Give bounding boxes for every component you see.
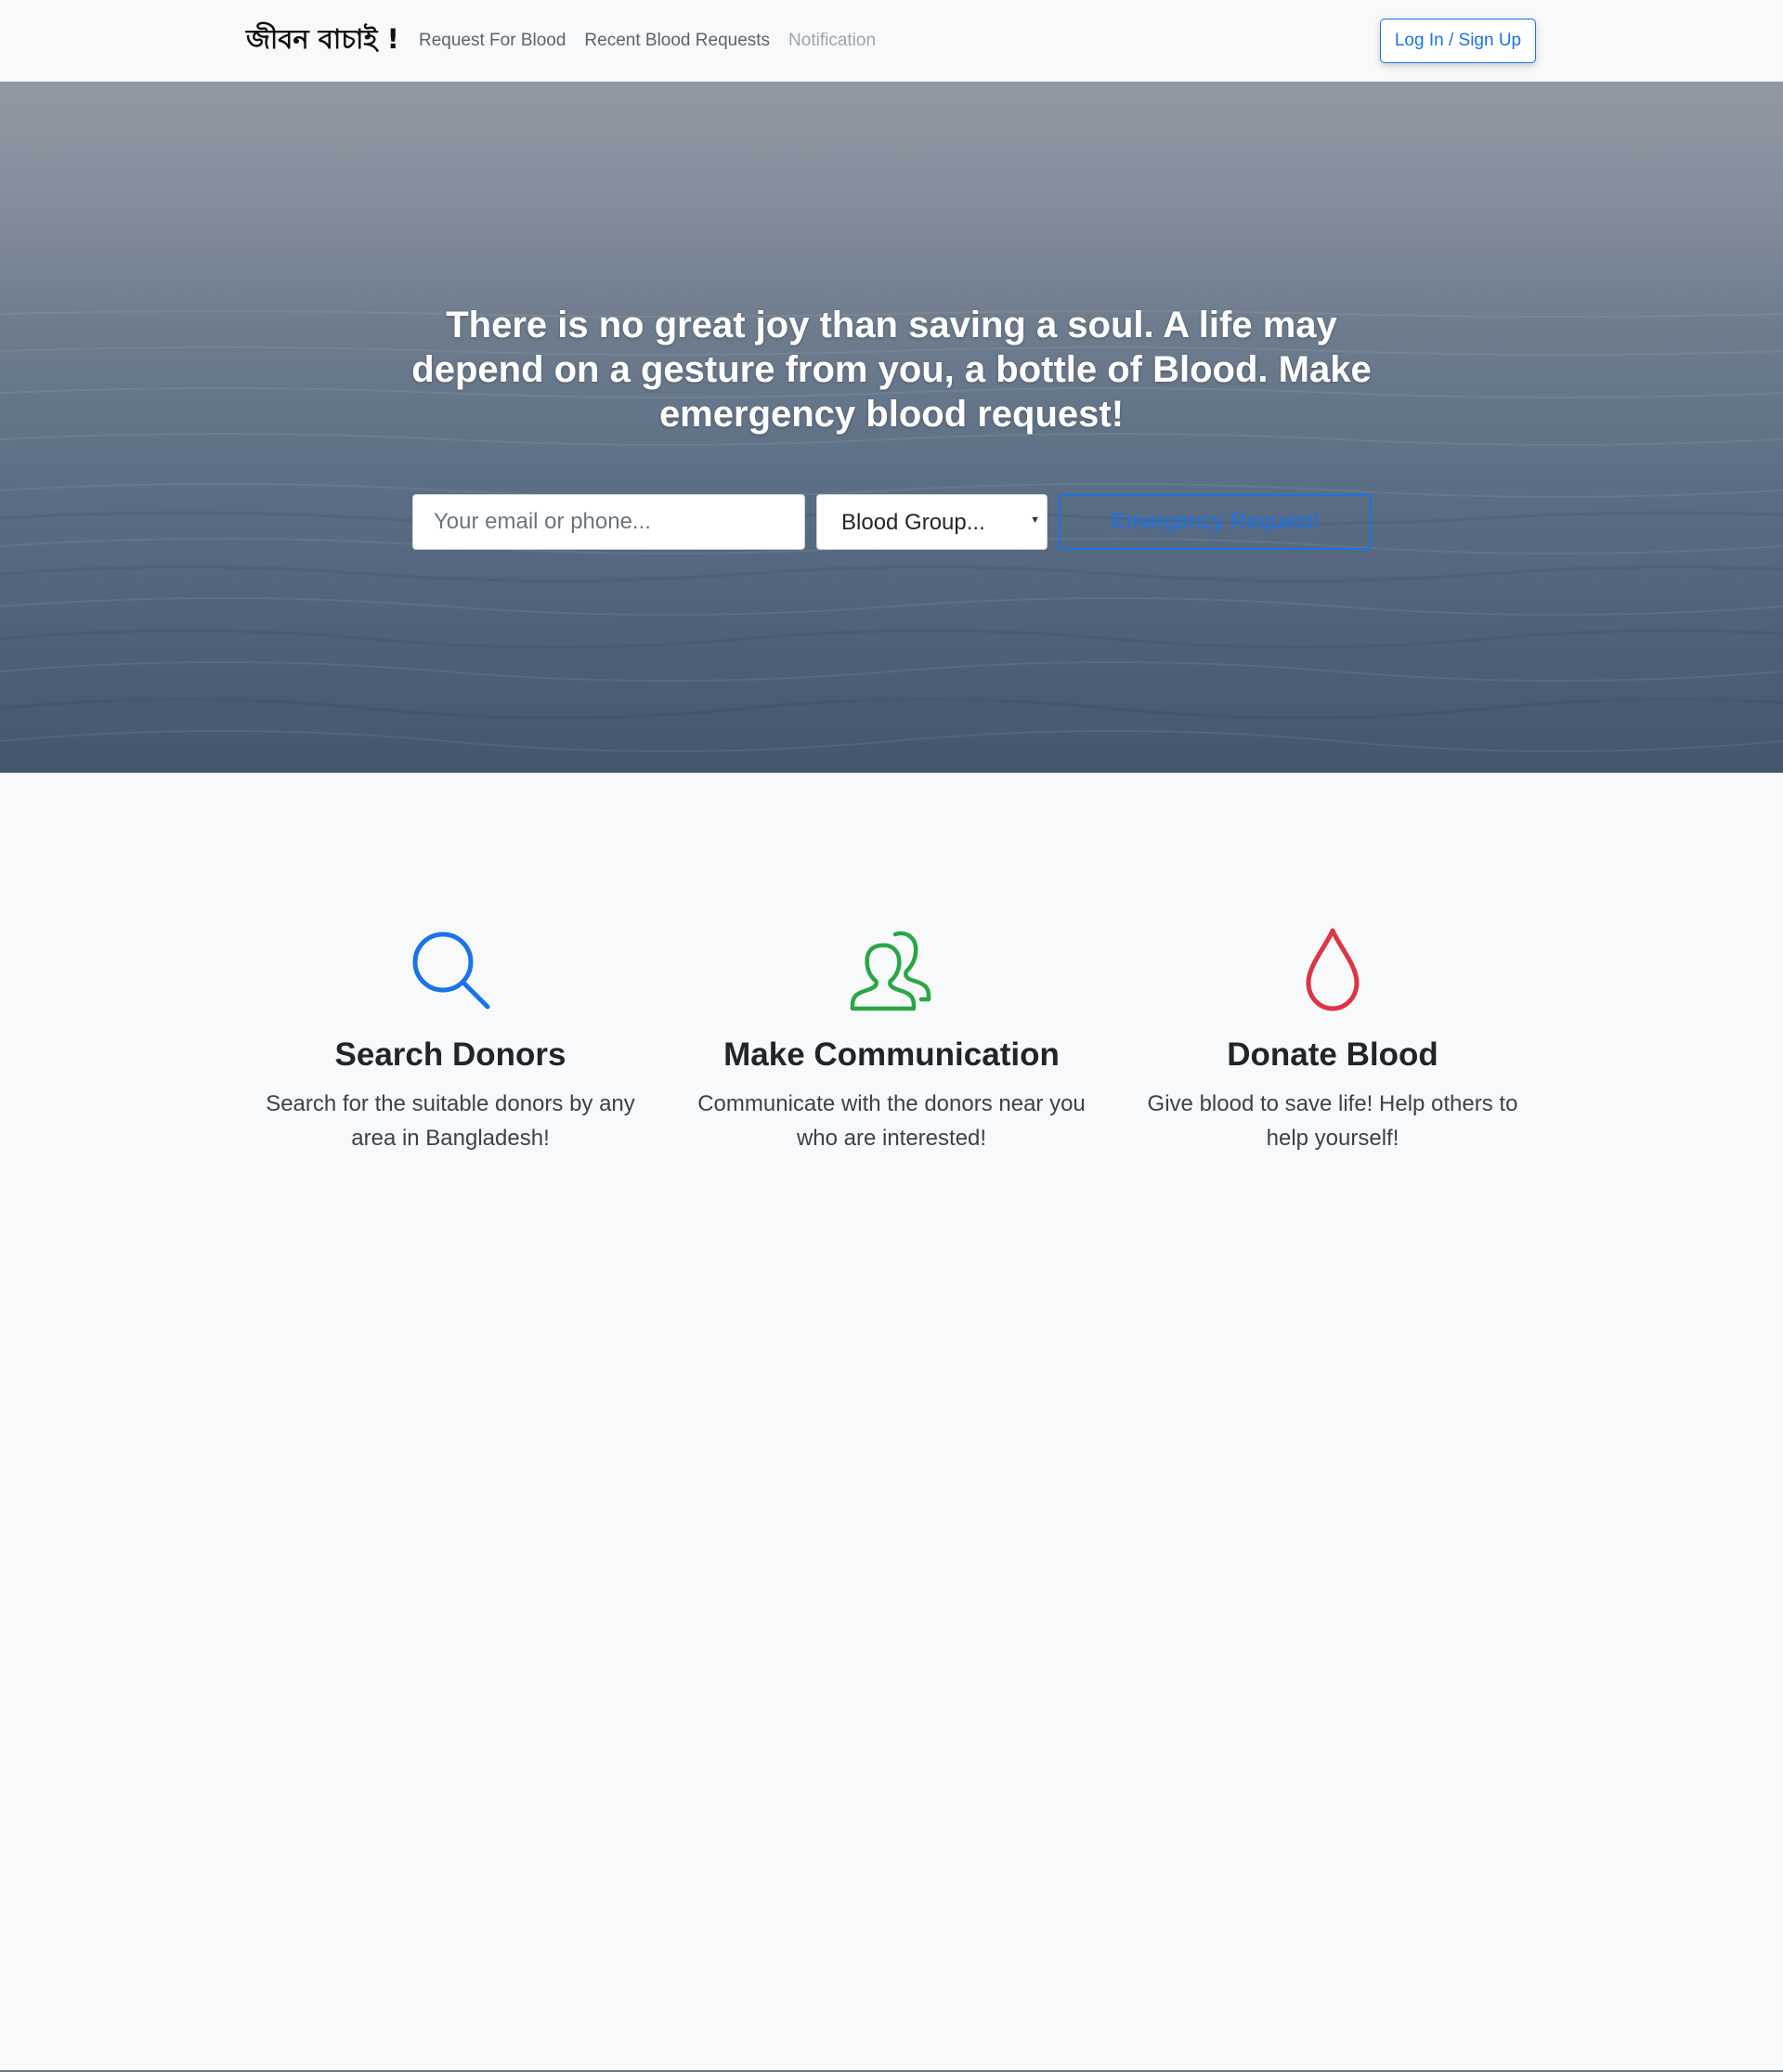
feature-title: Search Donors bbox=[334, 1036, 566, 1073]
contact-input[interactable] bbox=[412, 494, 805, 550]
feature-make-communication: Make Communication Communicate with the … bbox=[696, 925, 1087, 1155]
feature-title: Make Communication bbox=[723, 1036, 1060, 1073]
blood-drop-icon bbox=[1306, 928, 1360, 1011]
feature-description: Search for the suitable donors by any ar… bbox=[266, 1091, 635, 1151]
feature-description: Communicate with the donors near you who… bbox=[697, 1091, 1086, 1151]
nav-link-notification[interactable]: Notification bbox=[788, 28, 876, 54]
emergency-request-form: Blood Group... ▼ Emergency Request! bbox=[412, 494, 1372, 550]
brand-logo[interactable]: জীবন বাচাই ! bbox=[246, 20, 399, 58]
top-navbar: জীবন বাচাই ! Request For Blood Recent Bl… bbox=[0, 0, 1783, 82]
users-icon bbox=[850, 931, 931, 1011]
blood-group-select-wrapper: Blood Group... ▼ bbox=[816, 494, 1048, 550]
nav-link-recent-blood-requests[interactable]: Recent Blood Requests bbox=[584, 28, 770, 54]
features-section: Search Donors Search for the suitable do… bbox=[0, 773, 1783, 2072]
feature-description: Give blood to save life! Help others to … bbox=[1147, 1091, 1518, 1151]
nav-link-request-for-blood[interactable]: Request For Blood bbox=[419, 28, 566, 54]
login-signup-button[interactable]: Log In / Sign Up bbox=[1380, 19, 1536, 63]
hero-heading: There is no great joy than saving a soul… bbox=[411, 305, 1372, 435]
hero-section: There is no great joy than saving a soul… bbox=[0, 82, 1783, 773]
blood-group-select[interactable]: Blood Group... bbox=[816, 494, 1048, 550]
emergency-request-button[interactable]: Emergency Request! bbox=[1059, 494, 1372, 550]
feature-title: Donate Blood bbox=[1227, 1036, 1438, 1073]
nav-links: Request For Blood Recent Blood Requests … bbox=[419, 28, 876, 54]
feature-donate-blood: Donate Blood Give blood to save life! He… bbox=[1138, 925, 1528, 1155]
search-icon bbox=[412, 932, 490, 1010]
feature-search-donors: Search Donors Search for the suitable do… bbox=[255, 925, 645, 1155]
